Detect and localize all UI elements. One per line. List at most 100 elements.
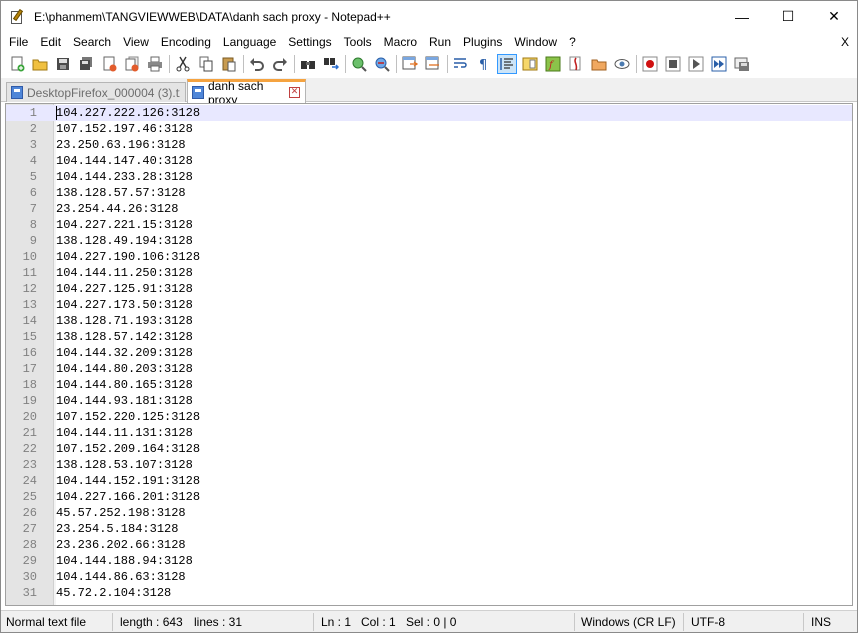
- menu-tools[interactable]: Tools: [338, 32, 378, 52]
- menu-search[interactable]: Search: [67, 32, 117, 52]
- indent-guide-icon[interactable]: [497, 54, 517, 74]
- line-text[interactable]: 104.227.222.126:3128: [56, 105, 200, 121]
- line-text[interactable]: 23.250.63.196:3128: [56, 137, 186, 153]
- zoom-out-icon[interactable]: [372, 54, 392, 74]
- menu-encoding[interactable]: Encoding: [155, 32, 217, 52]
- cut-icon[interactable]: [173, 54, 193, 74]
- editor-line[interactable]: 31 45.72.2.104:3128: [6, 585, 852, 601]
- editor-line[interactable]: 25 104.227.166.201:3128: [6, 489, 852, 505]
- editor-lines[interactable]: 1 104.227.222.126:3128 2 107.152.197.46:312…: [6, 105, 852, 601]
- line-text[interactable]: 138.128.71.193:3128: [56, 313, 193, 329]
- line-text[interactable]: 104.144.147.40:3128: [56, 153, 193, 169]
- editor-line[interactable]: 29 104.144.188.94:3128: [6, 553, 852, 569]
- line-text[interactable]: 104.144.32.209:3128: [56, 345, 193, 361]
- menu-window[interactable]: Window: [508, 32, 563, 52]
- line-text[interactable]: 104.144.11.131:3128: [56, 425, 193, 441]
- editor-line[interactable]: 18 104.144.80.165:3128: [6, 377, 852, 393]
- open-file-icon[interactable]: [30, 54, 50, 74]
- line-text[interactable]: 23.254.44.26:3128: [56, 201, 178, 217]
- line-text[interactable]: 104.144.188.94:3128: [56, 553, 193, 569]
- save-macro-icon[interactable]: [732, 54, 752, 74]
- editor-line[interactable]: 23 138.128.53.107:3128: [6, 457, 852, 473]
- editor-line[interactable]: 15 138.128.57.142:3128: [6, 329, 852, 345]
- editor-line[interactable]: 12 104.227.125.91:3128: [6, 281, 852, 297]
- line-text[interactable]: 104.227.166.201:3128: [56, 489, 200, 505]
- line-text[interactable]: 104.144.80.203:3128: [56, 361, 193, 377]
- editor-line[interactable]: 10 104.227.190.106:3128: [6, 249, 852, 265]
- line-text[interactable]: 23.254.5.184:3128: [56, 521, 178, 537]
- sync-horizontal-icon[interactable]: [423, 54, 443, 74]
- monitoring-icon[interactable]: [612, 54, 632, 74]
- editor-line[interactable]: 21 104.144.11.131:3128: [6, 425, 852, 441]
- replace-icon[interactable]: [321, 54, 341, 74]
- line-text[interactable]: 104.144.80.165:3128: [56, 377, 193, 393]
- editor-line[interactable]: 14 138.128.71.193:3128: [6, 313, 852, 329]
- line-text[interactable]: 138.128.57.142:3128: [56, 329, 193, 345]
- editor-line[interactable]: 1 104.227.222.126:3128: [6, 105, 852, 121]
- line-text[interactable]: 138.128.49.194:3128: [56, 233, 193, 249]
- line-text[interactable]: 23.236.202.66:3128: [56, 537, 186, 553]
- editor-line[interactable]: 30 104.144.86.63:3128: [6, 569, 852, 585]
- record-macro-icon[interactable]: [640, 54, 660, 74]
- line-text[interactable]: 104.227.190.106:3128: [56, 249, 200, 265]
- editor-line[interactable]: 7 23.254.44.26:3128: [6, 201, 852, 217]
- menu-edit[interactable]: Edit: [34, 32, 67, 52]
- line-text[interactable]: 104.144.152.191:3128: [56, 473, 200, 489]
- save-all-icon[interactable]: [76, 54, 96, 74]
- editor-line[interactable]: 22 107.152.209.164:3128: [6, 441, 852, 457]
- editor-line[interactable]: 19 104.144.93.181:3128: [6, 393, 852, 409]
- editor-line[interactable]: 11 104.144.11.250:3128: [6, 265, 852, 281]
- editor-line[interactable]: 24 104.144.152.191:3128: [6, 473, 852, 489]
- close-all-icon[interactable]: [122, 54, 142, 74]
- editor-line[interactable]: 13 104.227.173.50:3128: [6, 297, 852, 313]
- line-text[interactable]: 138.128.53.107:3128: [56, 457, 193, 473]
- line-text[interactable]: 107.152.209.164:3128: [56, 441, 200, 457]
- sync-vertical-icon[interactable]: [400, 54, 420, 74]
- tab-close-icon[interactable]: ✕: [289, 87, 300, 98]
- line-text[interactable]: 107.152.220.125:3128: [56, 409, 200, 425]
- folder-icon[interactable]: [589, 54, 609, 74]
- editor-line[interactable]: 16 104.144.32.209:3128: [6, 345, 852, 361]
- find-icon[interactable]: [298, 54, 318, 74]
- folder-workspace-icon[interactable]: [566, 54, 586, 74]
- close-document-button[interactable]: X: [841, 32, 849, 52]
- menu-view[interactable]: View: [117, 32, 155, 52]
- menu-language[interactable]: Language: [217, 32, 282, 52]
- save-icon[interactable]: [53, 54, 73, 74]
- line-text[interactable]: 107.152.197.46:3128: [56, 121, 193, 137]
- line-text[interactable]: 104.144.93.181:3128: [56, 393, 193, 409]
- line-text[interactable]: 104.144.11.250:3128: [56, 265, 193, 281]
- line-text[interactable]: 104.144.86.63:3128: [56, 569, 186, 585]
- editor-line[interactable]: 17 104.144.80.203:3128: [6, 361, 852, 377]
- menu-run[interactable]: Run: [423, 32, 457, 52]
- line-text[interactable]: 104.227.125.91:3128: [56, 281, 193, 297]
- editor-line[interactable]: 20 107.152.220.125:3128: [6, 409, 852, 425]
- word-wrap-icon[interactable]: [451, 54, 471, 74]
- line-text[interactable]: 45.57.252.198:3128: [56, 505, 186, 521]
- copy-icon[interactable]: [196, 54, 216, 74]
- editor-line[interactable]: 27 23.254.5.184:3128: [6, 521, 852, 537]
- play-multiple-icon[interactable]: [709, 54, 729, 74]
- print-icon[interactable]: [145, 54, 165, 74]
- editor-line[interactable]: 6 138.128.57.57:3128: [6, 185, 852, 201]
- minimize-button[interactable]: —: [719, 1, 765, 32]
- menu-settings[interactable]: Settings: [282, 32, 337, 52]
- editor-line[interactable]: 28 23.236.202.66:3128: [6, 537, 852, 553]
- line-text[interactable]: 104.227.173.50:3128: [56, 297, 193, 313]
- menu-plugins[interactable]: Plugins: [457, 32, 508, 52]
- doc-map-icon[interactable]: [520, 54, 540, 74]
- redo-icon[interactable]: [270, 54, 290, 74]
- line-text[interactable]: 138.128.57.57:3128: [56, 185, 186, 201]
- notepadpp-app-icon[interactable]: [9, 8, 25, 25]
- paste-icon[interactable]: [219, 54, 239, 74]
- menu-help[interactable]: ?: [563, 32, 582, 52]
- new-file-icon[interactable]: [7, 54, 27, 74]
- editor-line[interactable]: 2 107.152.197.46:3128: [6, 121, 852, 137]
- function-list-icon[interactable]: f: [543, 54, 563, 74]
- stop-macro-icon[interactable]: [663, 54, 683, 74]
- menu-macro[interactable]: Macro: [378, 32, 423, 52]
- show-all-chars-icon[interactable]: ¶: [474, 54, 494, 74]
- maximize-button[interactable]: ☐: [765, 1, 811, 32]
- editor-line[interactable]: 8 104.227.221.15:3128: [6, 217, 852, 233]
- menu-file[interactable]: File: [1, 32, 34, 52]
